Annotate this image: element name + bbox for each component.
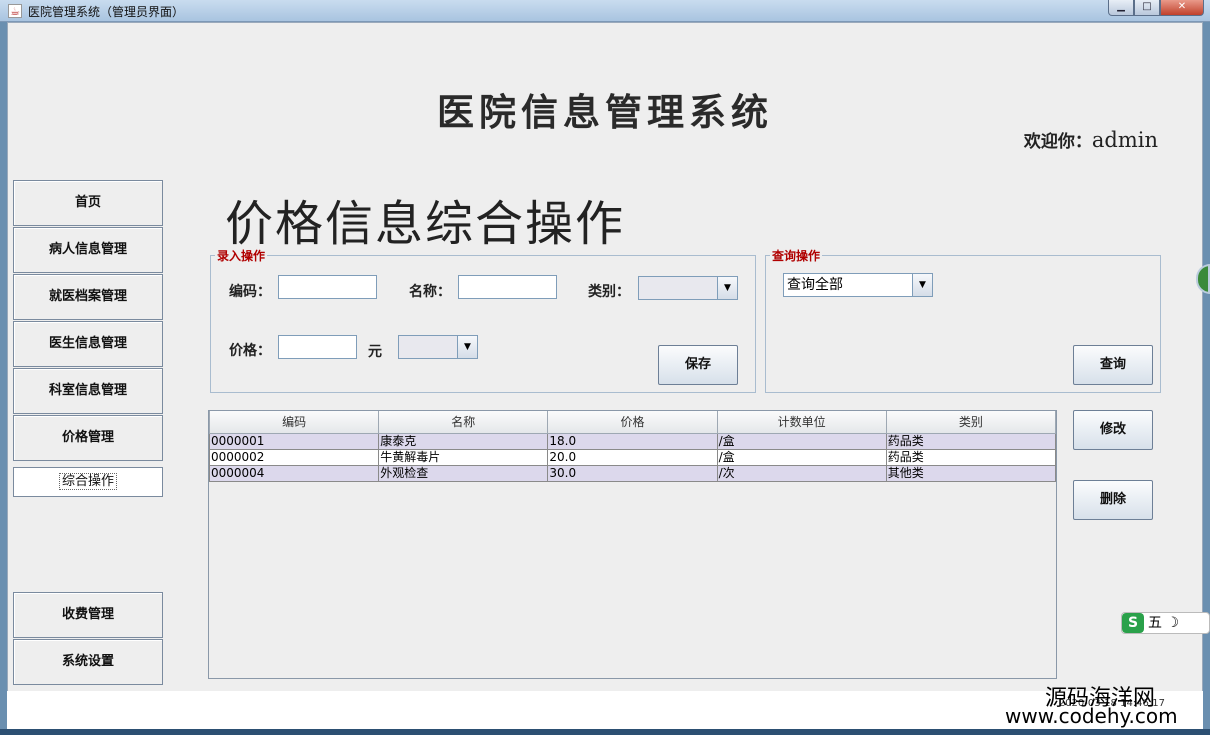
os-taskbar	[0, 729, 1210, 735]
dropdown-arrow-icon: ▼	[717, 277, 737, 299]
sidebar-item-department-info[interactable]: 科室信息管理	[13, 368, 163, 414]
table-cell[interactable]: 30.0	[547, 464, 718, 482]
table-cell[interactable]: /盒	[716, 432, 887, 450]
sidebar-item-doctor-info[interactable]: 医生信息管理	[13, 321, 163, 367]
java-app-icon: ☕	[8, 4, 22, 18]
price-table[interactable]: 编码 名称 价格 计数单位 类别 0000001 康泰克 18.0 /盒 药品类…	[208, 410, 1057, 679]
window-controls: ▁ □ ✕	[1108, 0, 1204, 16]
table-cell[interactable]: 0000002	[209, 448, 380, 466]
table-cell[interactable]: /次	[716, 464, 887, 482]
sidebar-item-price-management[interactable]: 价格管理	[13, 415, 163, 461]
price-input[interactable]	[278, 335, 357, 359]
maximize-button[interactable]: □	[1134, 0, 1160, 16]
column-header-unit[interactable]: 计数单位	[716, 411, 887, 434]
table-row[interactable]: 0000004 外观检查 30.0 /次 其他类	[209, 464, 1056, 482]
table-header-row: 编码 名称 价格 计数单位 类别	[209, 411, 1056, 434]
table-cell[interactable]: 20.0	[547, 448, 718, 466]
window-title: 医院管理系统（管理员界面）	[28, 5, 185, 19]
window-titlebar[interactable]: ☕ 医院管理系统（管理员界面） ▁ □ ✕	[0, 0, 1210, 22]
category-label: 类别：	[588, 284, 630, 300]
unit-select[interactable]: ▼	[398, 335, 478, 359]
ime-mode: 五	[1148, 615, 1162, 631]
name-input[interactable]	[458, 275, 557, 299]
column-header-category[interactable]: 类别	[885, 411, 1056, 434]
delete-button[interactable]: 删除	[1073, 480, 1153, 520]
minimize-button[interactable]: ▁	[1108, 0, 1134, 16]
code-label: 编码：	[229, 284, 271, 300]
query-panel-legend: 查询操作	[772, 249, 821, 263]
name-label: 名称：	[409, 284, 451, 300]
save-button[interactable]: 保存	[658, 345, 738, 385]
table-cell[interactable]: /盒	[716, 448, 887, 466]
close-button[interactable]: ✕	[1160, 0, 1204, 16]
category-select[interactable]: ▼	[638, 276, 738, 300]
table-cell[interactable]: 药品类	[885, 448, 1056, 466]
welcome-prefix: 欢迎你：	[1023, 132, 1092, 152]
dropdown-arrow-icon: ▼	[457, 336, 477, 358]
modify-button[interactable]: 修改	[1073, 410, 1153, 450]
price-label: 价格：	[229, 343, 271, 359]
page-heading: 价格信息综合操作	[225, 196, 626, 252]
table-cell[interactable]: 康泰克	[378, 432, 549, 450]
table-cell[interactable]: 药品类	[885, 432, 1056, 450]
sidebar-item-medical-records[interactable]: 就医档案管理	[13, 274, 163, 320]
moon-icon: ☽	[1166, 615, 1180, 631]
table-row[interactable]: 0000002 牛黄解毒片 20.0 /盒 药品类	[209, 448, 1056, 466]
entry-panel-legend: 录入操作	[217, 249, 266, 263]
column-header-code[interactable]: 编码	[209, 411, 380, 434]
table-cell[interactable]: 其他类	[885, 464, 1056, 482]
column-header-name[interactable]: 名称	[378, 411, 549, 434]
username: admin	[1091, 128, 1158, 152]
yuan-unit-label: 元	[368, 344, 382, 360]
table-cell[interactable]: 18.0	[547, 432, 718, 450]
table-cell[interactable]: 0000004	[209, 464, 380, 482]
query-selected-value: 查询全部	[787, 277, 843, 293]
ime-toolbar[interactable]: S五 ☽	[1121, 612, 1210, 634]
sidebar-item-home[interactable]: 首页	[13, 180, 163, 226]
code-input[interactable]	[278, 275, 377, 299]
table-cell[interactable]: 牛黄解毒片	[378, 448, 549, 466]
sidebar-item-patient-info[interactable]: 病人信息管理	[13, 227, 163, 273]
sidebar-item-comprehensive-ops[interactable]: 综合操作	[13, 467, 163, 497]
table-row[interactable]: 0000001 康泰克 18.0 /盒 药品类	[209, 432, 1056, 450]
sogou-logo-icon: S	[1122, 613, 1144, 633]
column-header-price[interactable]: 价格	[547, 411, 718, 434]
table-cell[interactable]: 0000001	[209, 432, 380, 450]
dropdown-arrow-icon: ▼	[912, 274, 932, 296]
sidebar-item-system-settings[interactable]: 系统设置	[13, 639, 163, 685]
sidebar-item-label: 综合操作	[58, 473, 117, 490]
table-cell[interactable]: 外观检查	[378, 464, 549, 482]
query-button[interactable]: 查询	[1073, 345, 1153, 385]
watermark-url: www.codehy.com	[1005, 704, 1178, 728]
welcome-text: 欢迎你：admin	[1024, 127, 1158, 152]
sidebar-item-billing[interactable]: 收费管理	[13, 592, 163, 638]
query-select[interactable]: 查询全部 ▼	[783, 273, 933, 297]
